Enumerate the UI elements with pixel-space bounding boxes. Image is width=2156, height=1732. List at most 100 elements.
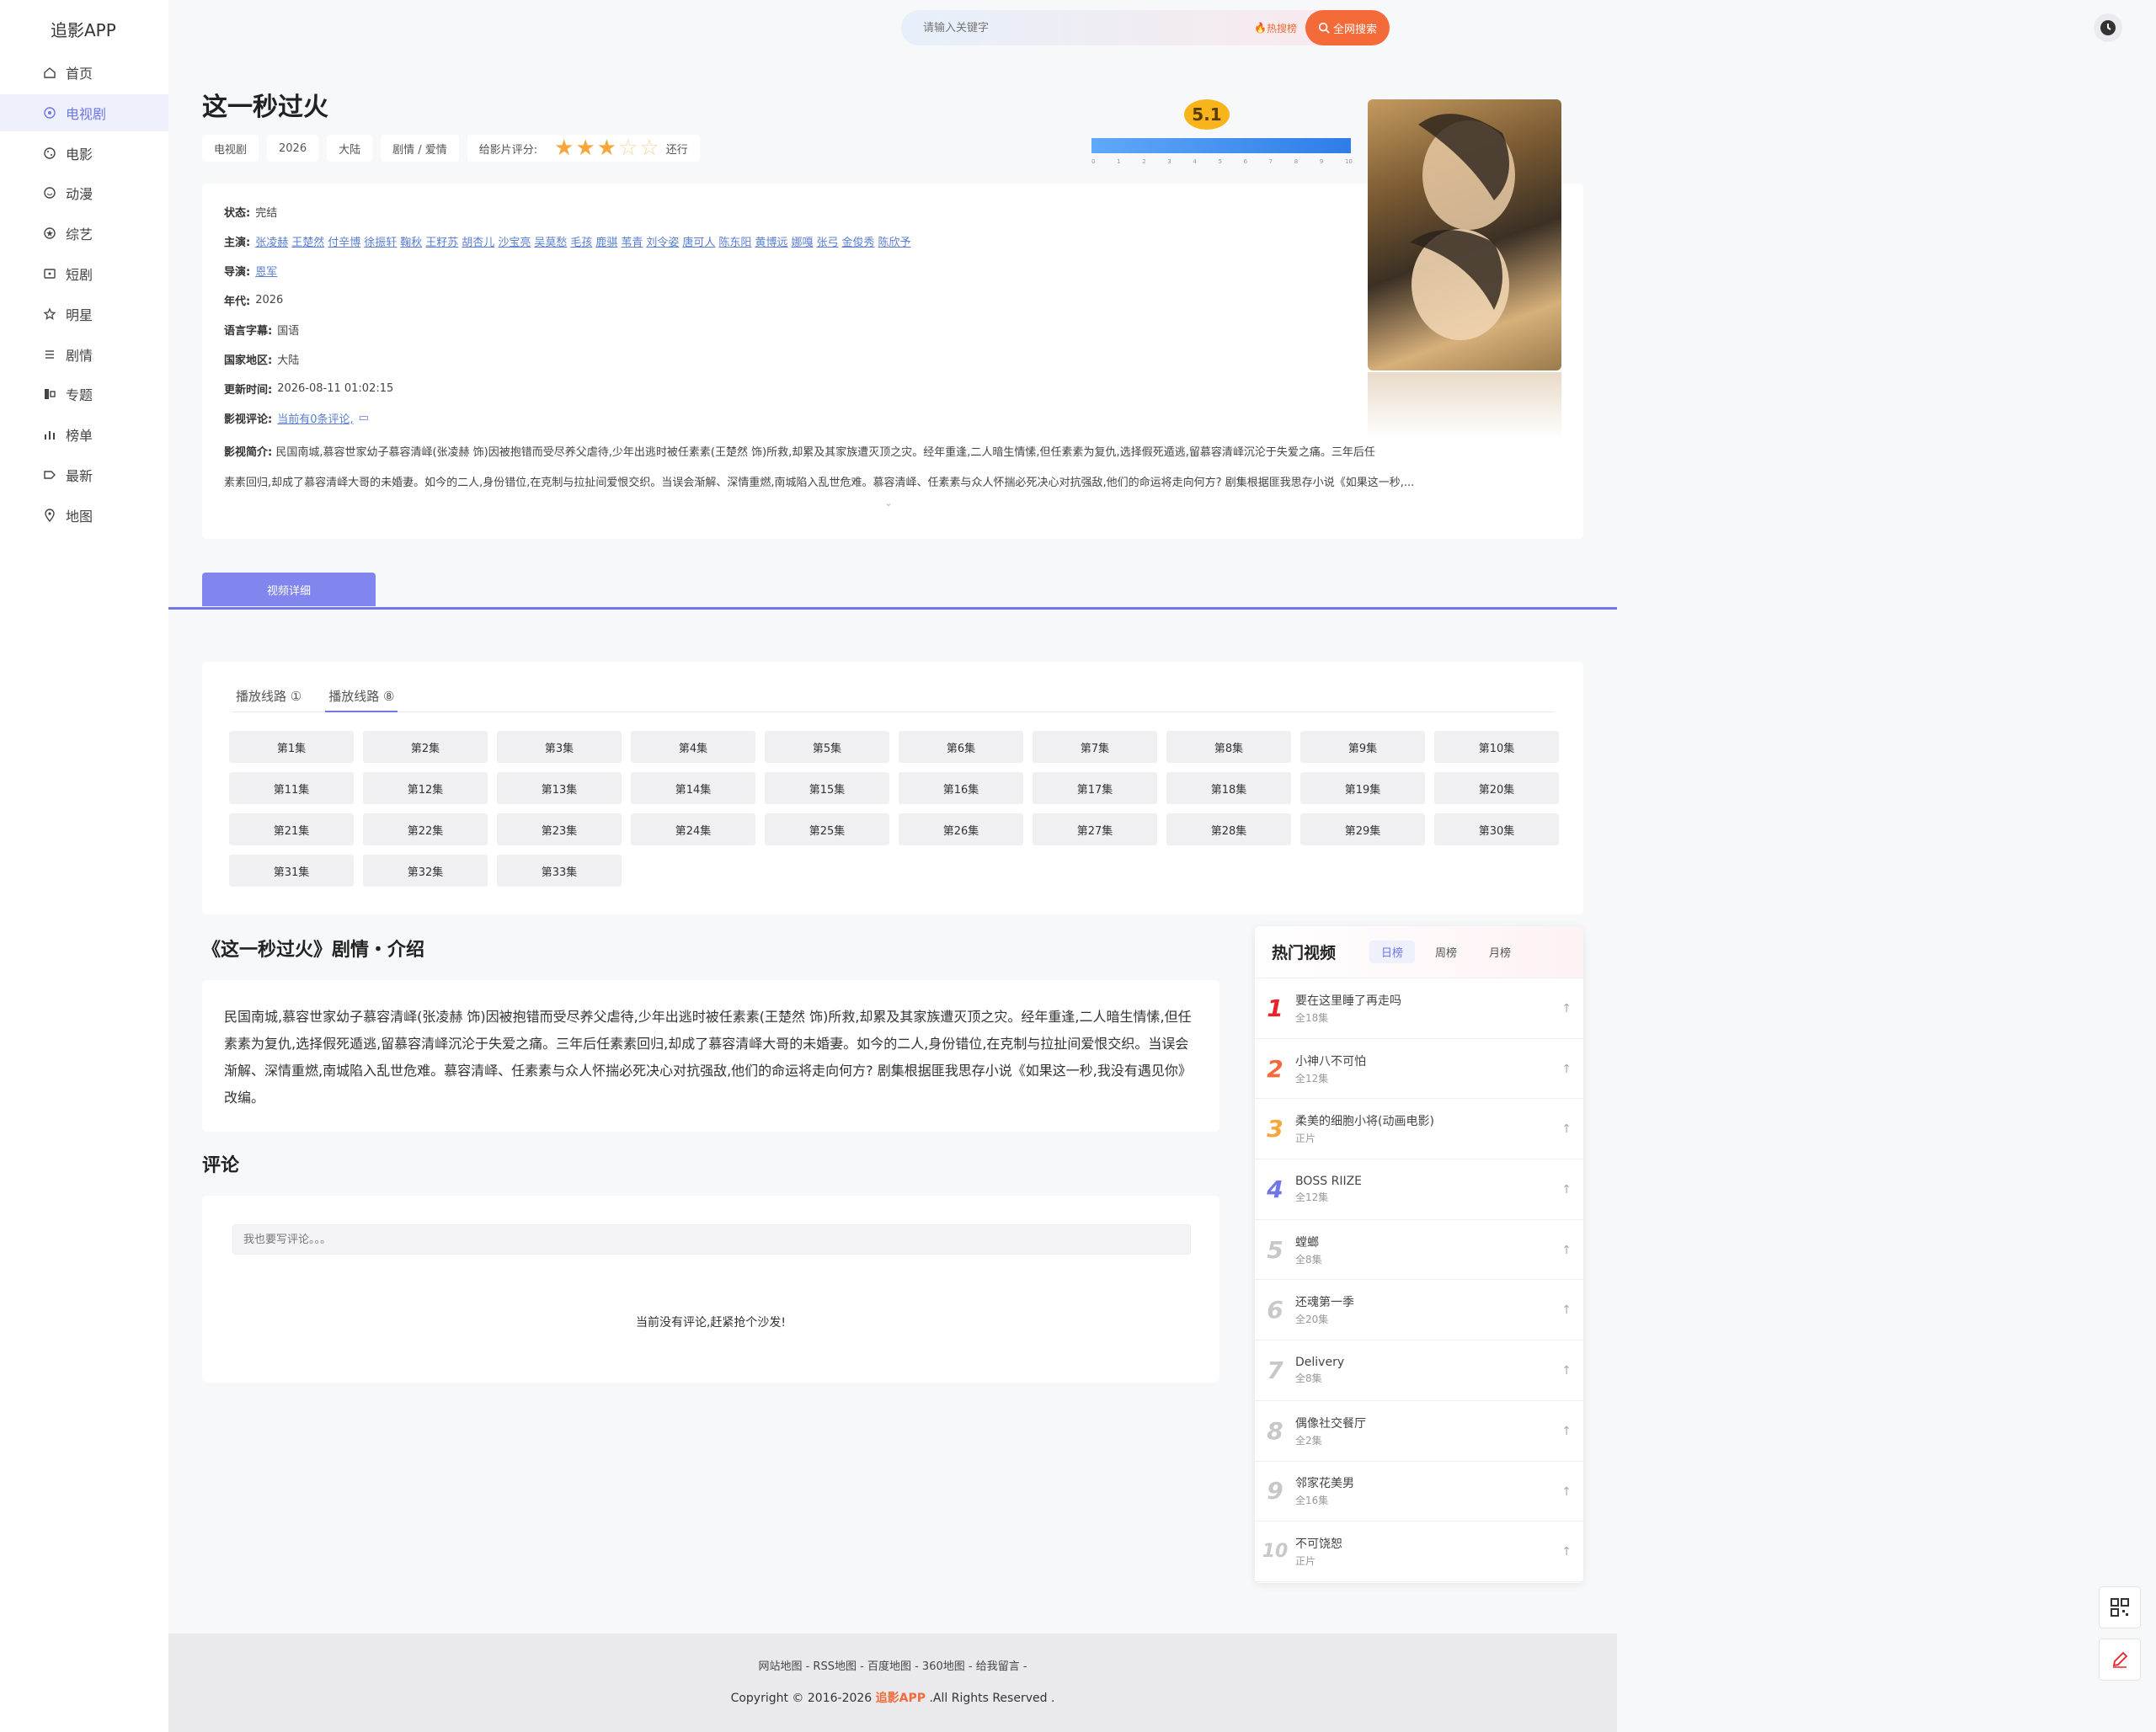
- sidebar-item-6[interactable]: 明星: [0, 296, 168, 333]
- cast-link[interactable]: 鞠秋: [400, 237, 422, 249]
- episode-button[interactable]: 第18集: [1166, 772, 1291, 804]
- hot-item[interactable]: 5 螳螂 全8集 ↑: [1255, 1220, 1583, 1281]
- episode-button[interactable]: 第32集: [363, 855, 488, 887]
- episode-button[interactable]: 第14集: [631, 772, 755, 804]
- hot-item[interactable]: 10 不可饶恕 正片 ↑: [1255, 1521, 1583, 1582]
- hot-item[interactable]: 7 Delivery 全8集 ↑: [1255, 1340, 1583, 1401]
- sidebar-item-8[interactable]: 专题: [0, 376, 168, 413]
- episode-button[interactable]: 第15集: [765, 772, 889, 804]
- comment-input[interactable]: [232, 1224, 1191, 1255]
- episode-button[interactable]: 第20集: [1434, 772, 1559, 804]
- hot-item[interactable]: 6 还魂第一季 全20集 ↑: [1255, 1280, 1583, 1341]
- cast-link[interactable]: 徐振轩: [364, 237, 397, 249]
- cast-link[interactable]: 苇青: [621, 237, 643, 249]
- episode-button[interactable]: 第24集: [631, 813, 755, 845]
- review-link[interactable]: 当前有0条评论,: [277, 410, 353, 426]
- poster-image[interactable]: [1368, 99, 1561, 370]
- footer-link[interactable]: 网站地图: [758, 1660, 802, 1673]
- hot-tab[interactable]: 月榜: [1477, 941, 1523, 963]
- tab-video-detail[interactable]: 视频详细: [202, 573, 376, 606]
- episode-button[interactable]: 第9集: [1300, 731, 1425, 763]
- sidebar-item-5[interactable]: 短剧: [0, 255, 168, 292]
- sidebar-item-9[interactable]: 榜单: [0, 416, 168, 453]
- search-input[interactable]: [901, 10, 1255, 45]
- cast-link[interactable]: 张弓: [816, 237, 838, 249]
- cast-link[interactable]: 吴莫愁: [534, 237, 567, 249]
- tag-type[interactable]: 电视剧: [202, 135, 259, 162]
- cast-link[interactable]: 鹿骐: [595, 237, 617, 249]
- history-button[interactable]: [2094, 13, 2122, 42]
- cast-link[interactable]: 陈东阳: [718, 237, 751, 249]
- episode-button[interactable]: 第21集: [229, 813, 354, 845]
- cast-link[interactable]: 沙宝亮: [498, 237, 531, 249]
- tag-region[interactable]: 大陆: [327, 135, 373, 162]
- hot-item[interactable]: 9 邻家花美男 全16集 ↑: [1255, 1462, 1583, 1522]
- cast-link[interactable]: 黄博远: [755, 237, 787, 249]
- sidebar-item-2[interactable]: 电影: [0, 135, 168, 172]
- episode-button[interactable]: 第22集: [363, 813, 488, 845]
- cast-link[interactable]: 张凌赫: [255, 237, 288, 249]
- footer-link[interactable]: RSS地图: [813, 1660, 857, 1673]
- episode-button[interactable]: 第11集: [229, 772, 354, 804]
- hot-tab[interactable]: 周榜: [1423, 941, 1469, 963]
- episode-button[interactable]: 第30集: [1434, 813, 1559, 845]
- sidebar-item-3[interactable]: 动漫: [0, 174, 168, 211]
- cast-link[interactable]: 娜嘎: [791, 237, 813, 249]
- star-empty-icon[interactable]: ☆: [639, 137, 659, 159]
- hot-item[interactable]: 2 小神八不可怕 全12集 ↑: [1255, 1039, 1583, 1100]
- play-line-tab[interactable]: 播放线路 ⑧: [325, 687, 398, 712]
- episode-button[interactable]: 第2集: [363, 731, 488, 763]
- sidebar-item-1[interactable]: 电视剧: [0, 93, 168, 131]
- hot-item[interactable]: 8 偶像社交餐厅 全2集 ↑: [1255, 1401, 1583, 1462]
- sidebar-item-11[interactable]: 地图: [0, 497, 168, 534]
- sidebar-item-7[interactable]: 剧情: [0, 336, 168, 373]
- cast-link[interactable]: 王楚然: [291, 237, 324, 249]
- director-link[interactable]: 恩军: [255, 263, 277, 279]
- star-filled-icon[interactable]: ★: [597, 137, 616, 159]
- episode-button[interactable]: 第3集: [497, 731, 622, 763]
- sidebar-item-0[interactable]: 首页: [0, 54, 168, 91]
- episode-button[interactable]: 第17集: [1033, 772, 1157, 804]
- episode-button[interactable]: 第4集: [631, 731, 755, 763]
- star-filled-icon[interactable]: ★: [554, 137, 574, 159]
- episode-button[interactable]: 第31集: [229, 855, 354, 887]
- hot-search-link[interactable]: 🔥 热搜榜: [1254, 21, 1297, 35]
- cast-link[interactable]: 付辛博: [328, 237, 360, 249]
- episode-button[interactable]: 第7集: [1033, 731, 1157, 763]
- star-empty-icon[interactable]: ☆: [618, 137, 638, 159]
- sidebar-item-4[interactable]: 综艺: [0, 215, 168, 252]
- episode-button[interactable]: 第27集: [1033, 813, 1157, 845]
- footer-link[interactable]: 360地图: [922, 1660, 965, 1673]
- episode-button[interactable]: 第12集: [363, 772, 488, 804]
- star-rating[interactable]: ★ ★ ★ ☆ ☆: [554, 137, 659, 159]
- episode-button[interactable]: 第25集: [765, 813, 889, 845]
- comment-icon[interactable]: ▭: [359, 412, 369, 424]
- episode-button[interactable]: 第29集: [1300, 813, 1425, 845]
- hot-item[interactable]: 1 要在这里睡了再走吗 全18集 ↑: [1255, 978, 1583, 1039]
- play-line-tab[interactable]: 播放线路 ①: [232, 687, 305, 712]
- feedback-button[interactable]: [2099, 1639, 2141, 1681]
- episode-button[interactable]: 第5集: [765, 731, 889, 763]
- tag-year[interactable]: 2026: [267, 135, 319, 162]
- episode-button[interactable]: 第10集: [1434, 731, 1559, 763]
- episode-button[interactable]: 第23集: [497, 813, 622, 845]
- cast-link[interactable]: 刘令姿: [646, 237, 679, 249]
- sidebar-item-10[interactable]: 最新: [0, 456, 168, 493]
- expand-chevron-icon[interactable]: ⌄: [884, 497, 893, 509]
- footer-link[interactable]: 给我留言: [976, 1660, 1020, 1673]
- cast-link[interactable]: 金俊秀: [841, 237, 874, 249]
- episode-button[interactable]: 第19集: [1300, 772, 1425, 804]
- cast-link[interactable]: 唐可人: [682, 237, 715, 249]
- cast-link[interactable]: 胡杏儿: [462, 237, 494, 249]
- episode-button[interactable]: 第6集: [899, 731, 1023, 763]
- episode-button[interactable]: 第13集: [497, 772, 622, 804]
- episode-button[interactable]: 第28集: [1166, 813, 1291, 845]
- cast-link[interactable]: 王籽苏: [425, 237, 458, 249]
- episode-button[interactable]: 第8集: [1166, 731, 1291, 763]
- episode-button[interactable]: 第26集: [899, 813, 1023, 845]
- search-button[interactable]: 全网搜索: [1305, 10, 1390, 45]
- footer-link[interactable]: 百度地图: [867, 1660, 911, 1673]
- hot-item[interactable]: 3 柔美的细胞小将(动画电影) 正片 ↑: [1255, 1099, 1583, 1160]
- cast-link[interactable]: 陈欣予: [878, 237, 911, 249]
- episode-button[interactable]: 第33集: [497, 855, 622, 887]
